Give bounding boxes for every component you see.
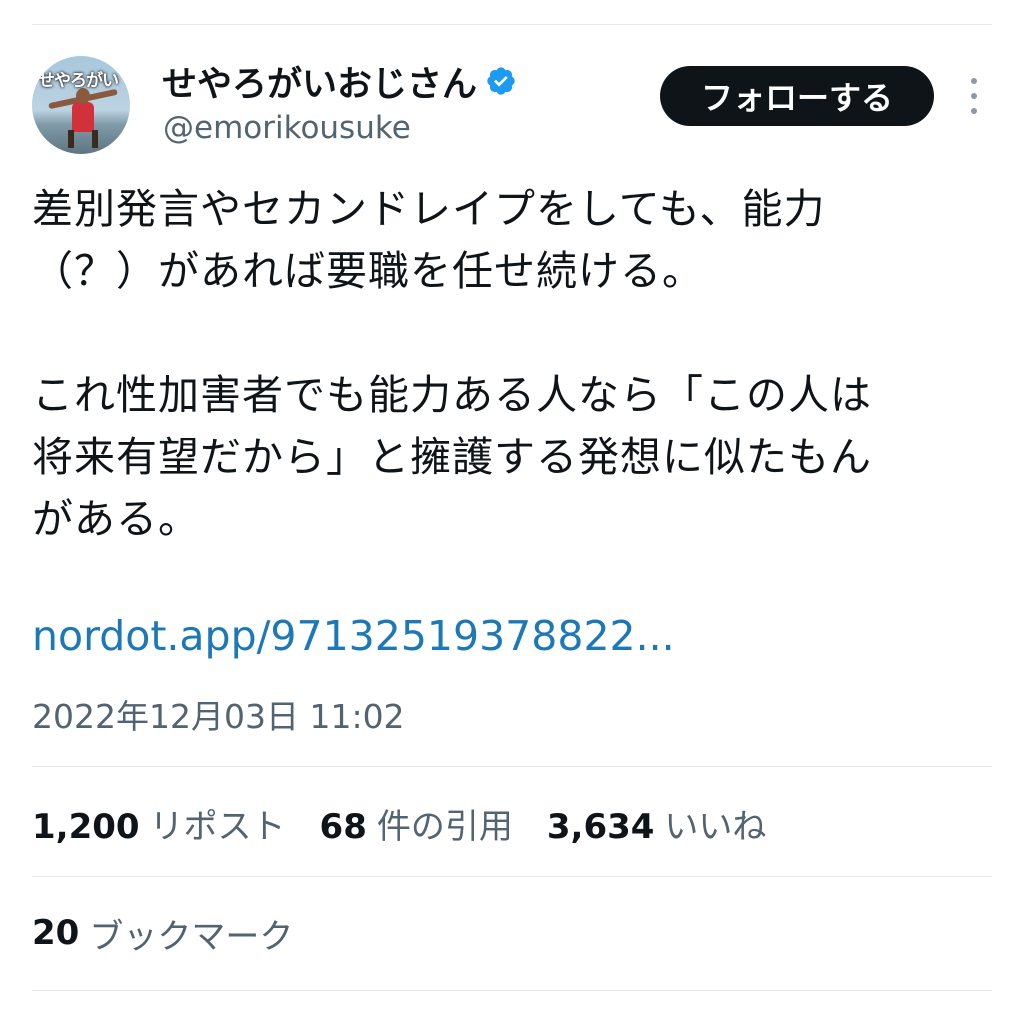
- quotes-label: 件の引用: [376, 806, 513, 847]
- top-divider: [32, 24, 992, 25]
- reposts-stat[interactable]: 1,200 リポスト: [32, 799, 286, 848]
- author-name-row: せやろがいおじさん: [162, 56, 517, 107]
- tweet-link[interactable]: nordot.app/97132519378822...: [32, 612, 675, 660]
- display-name[interactable]: せやろがいおじさん: [162, 56, 477, 107]
- tweet-text: 差別発言やセカンドレイプをしても、能力 （？）があれば要職を任せ続ける。 これ性…: [32, 185, 872, 543]
- likes-stat[interactable]: 3,634 いいね: [547, 799, 767, 848]
- tweet-detail-page: せやろがい せやろがいおじさん @emorikousuke フォローする 差別発…: [0, 0, 1024, 1024]
- avatar[interactable]: せやろがい: [32, 56, 130, 154]
- engagement-stats: 1,200 リポスト 68 件の引用 3,634 いいね: [32, 799, 800, 848]
- bookmarks-label: ブックマーク: [89, 916, 294, 957]
- likes-label: いいね: [664, 806, 767, 847]
- more-vertical-icon[interactable]: [962, 78, 986, 114]
- tweet-timestamp[interactable]: 2022年12月03日 11:02: [32, 690, 405, 738]
- bookmarks-count: 20: [32, 913, 80, 953]
- quotes-stat[interactable]: 68 件の引用: [320, 799, 513, 848]
- author-handle[interactable]: @emorikousuke: [163, 110, 411, 146]
- divider: [32, 766, 992, 767]
- quotes-count: 68: [319, 806, 367, 847]
- likes-count: 3,634: [546, 806, 655, 847]
- avatar-text: せやろがい: [38, 71, 119, 91]
- divider: [32, 876, 992, 877]
- divider: [32, 990, 992, 991]
- reposts-count: 1,200: [32, 806, 140, 847]
- bookmarks-stat[interactable]: 20 ブックマーク: [32, 910, 294, 957]
- follow-button[interactable]: フォローする: [660, 66, 934, 126]
- verified-badge-icon[interactable]: [485, 65, 517, 97]
- reposts-label: リポスト: [149, 806, 286, 847]
